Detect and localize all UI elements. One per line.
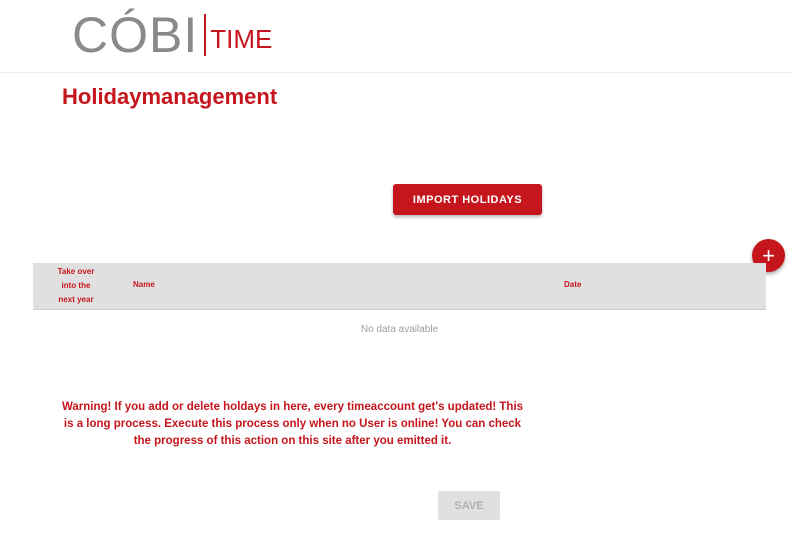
column-header-takeover-line1: Take over [57,267,95,276]
warning-line-1: Warning! If you add or delete holdays in… [61,401,524,413]
warning-line-2: is a long process. Execute this process … [63,418,522,430]
warning-line-3: the progress of this action on this site… [133,435,452,447]
column-header-name[interactable]: Name [133,280,155,289]
column-header-takeover-line3: next year [58,295,94,304]
save-button[interactable]: SAVE [438,491,500,520]
column-header-takeover-line2: into the [61,281,91,290]
holidays-table-header: Take over into the next year Name Date [33,263,766,310]
logo-subtitle: TIME [210,24,273,54]
logo-divider [204,14,207,56]
logo-wordmark: CÓBI [72,7,199,63]
warning-message: Warning! If you add or delete holdays in… [20,399,565,450]
page-title: Holidaymanagement [62,84,278,109]
column-header-takeover[interactable]: Take over into the next year [43,265,109,307]
import-holidays-button[interactable]: IMPORT HOLIDAYS [393,184,542,215]
table-empty-message: No data available [360,324,439,335]
app-header: CÓBI TIME [0,0,793,73]
cobi-time-logo[interactable]: CÓBI TIME [72,10,272,62]
column-header-date[interactable]: Date [564,280,581,289]
